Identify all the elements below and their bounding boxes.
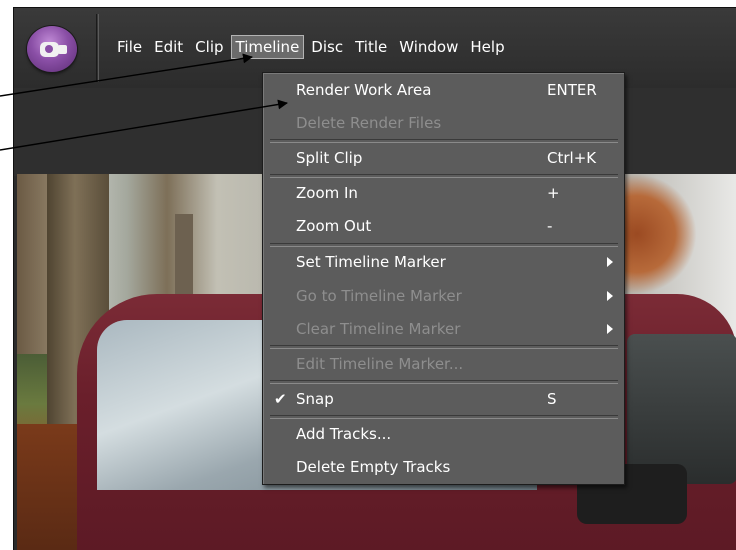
annotation-arrow-timeline bbox=[0, 53, 253, 97]
annotation-arrow-render bbox=[0, 99, 288, 151]
annotation-arrows bbox=[0, 53, 288, 151]
